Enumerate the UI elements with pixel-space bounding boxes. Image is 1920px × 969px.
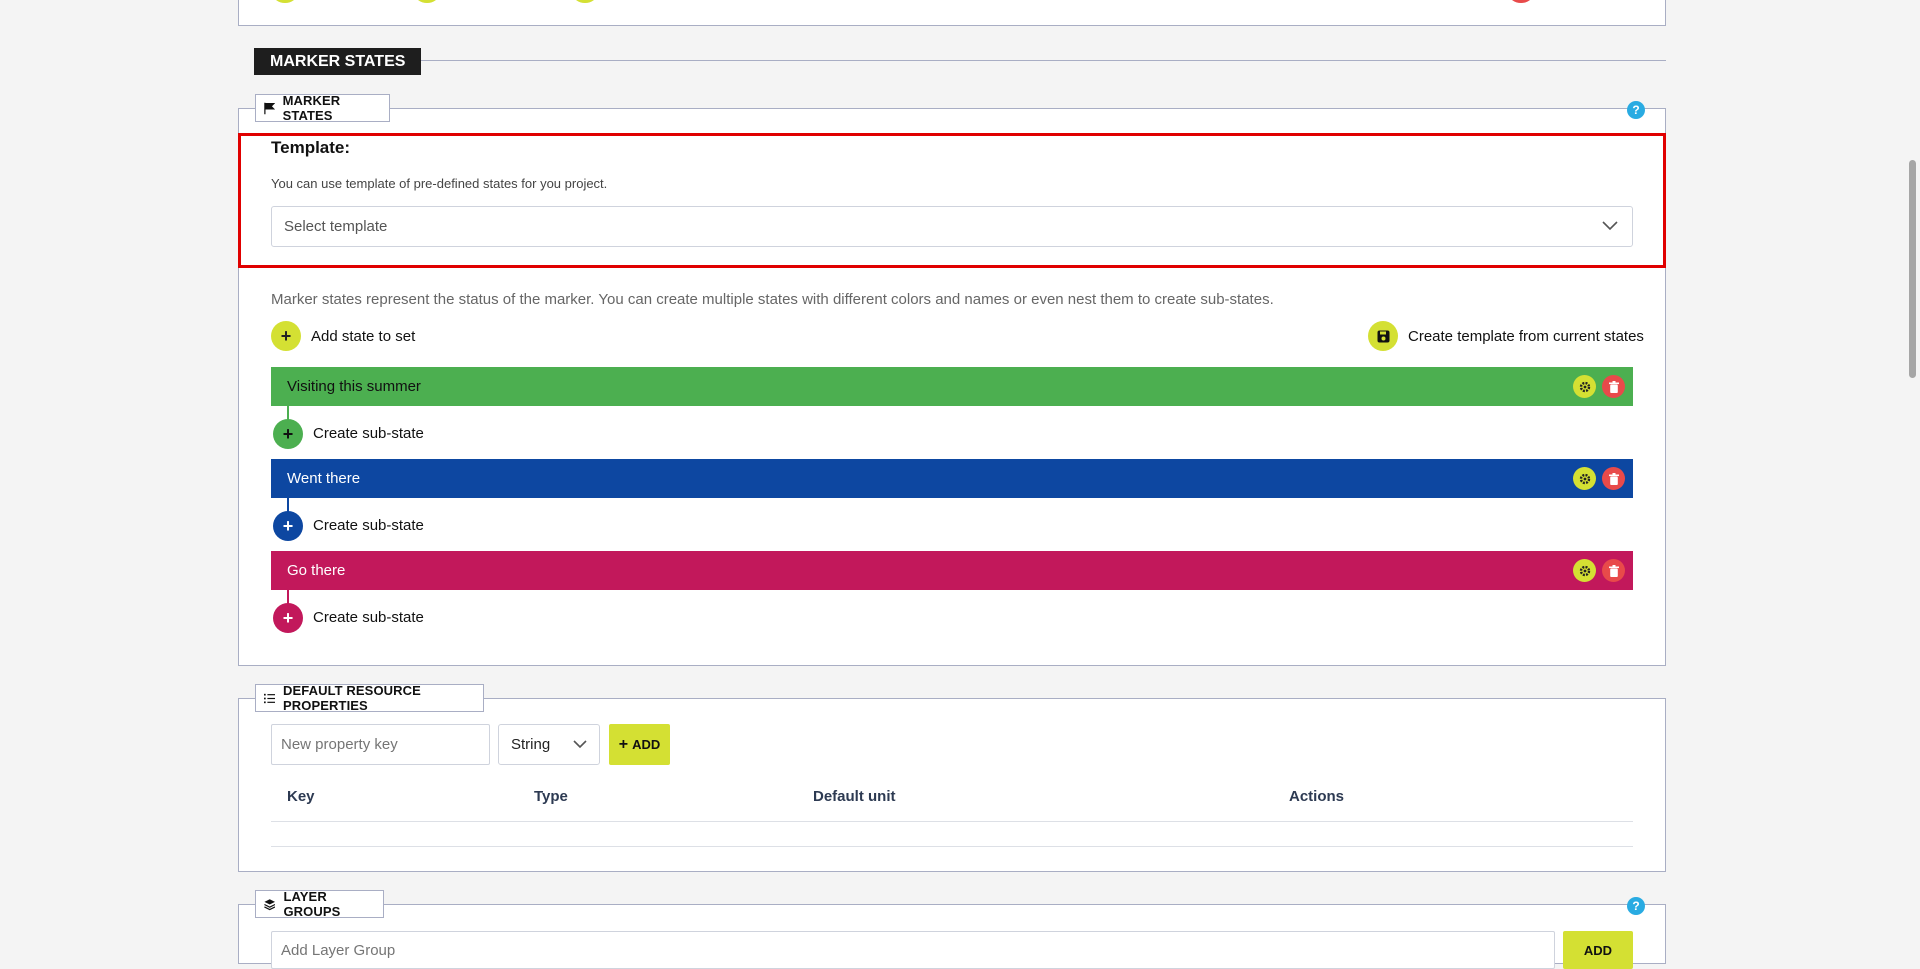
create-template-label[interactable]: Create template from current states [1408,328,1644,345]
state-settings-button[interactable] [1573,375,1596,398]
add-state-label[interactable]: Add state to set [311,328,415,345]
template-select-value: Select template [284,218,388,235]
create-sub-state-label[interactable]: Create sub-state [313,425,424,442]
state-name: Went there [287,470,361,487]
create-sub-state-button[interactable]: + [273,603,303,633]
state-connector [287,406,289,420]
trash-icon [1608,472,1619,485]
state-delete-button[interactable] [1602,375,1625,398]
top-panel-partial [238,0,1666,26]
gear-icon [1579,473,1590,484]
layers-icon [264,898,276,910]
list-icon [264,693,276,703]
table-divider [271,846,1633,847]
table-divider [271,821,1633,822]
create-sub-state-button[interactable]: + [273,419,303,449]
create-sub-state-label[interactable]: Create sub-state [313,609,424,626]
help-icon[interactable]: ? [1627,897,1645,915]
template-highlight-box [238,133,1666,268]
top-dot-red[interactable] [1509,0,1533,3]
create-sub-state-button[interactable]: + [273,511,303,541]
state-name: Go there [287,562,346,579]
add-property-button[interactable]: + ADD [609,724,670,765]
create-sub-state-label[interactable]: Create sub-state [313,517,424,534]
top-dot-1[interactable] [273,0,297,3]
flag-icon [264,102,275,114]
resource-properties-label: DEFAULT RESOURCE PROPERTIES [255,683,484,713]
gear-icon [1579,381,1590,392]
create-template-button[interactable] [1368,321,1398,351]
layer-groups-label-text: LAYER GROUPS [283,889,341,919]
state-delete-button[interactable] [1602,467,1625,490]
add-layer-group-button[interactable]: ADD [1563,931,1633,969]
top-dot-3[interactable] [573,0,597,3]
plus-icon: + [282,423,294,444]
property-type-select[interactable]: String [498,724,600,765]
add-state-button[interactable]: + [271,321,301,351]
resource-properties-label-text: DEFAULT RESOURCE PROPERTIES [283,683,421,713]
gear-icon [1579,565,1590,576]
section-divider [410,60,1666,61]
chevron-down-icon [573,740,587,749]
state-settings-button[interactable] [1573,467,1596,490]
column-header-actions: Actions [1289,788,1345,805]
layer-groups-label: LAYER GROUPS [255,889,384,919]
state-settings-button[interactable] [1573,559,1596,582]
states-description: Marker states represent the status of th… [271,291,1274,308]
state-bar-went-there[interactable]: Went there [271,459,1633,498]
top-dot-2[interactable] [415,0,439,3]
add-property-label: ADD [632,737,661,752]
trash-icon [1608,380,1619,393]
state-name: Visiting this summer [287,378,421,395]
plus-icon: + [618,735,629,753]
plus-icon: + [280,325,292,346]
layer-group-input[interactable] [271,931,1555,969]
column-header-key: Key [287,788,315,805]
add-layer-group-label: ADD [1583,942,1613,958]
marker-states-label: MARKER STATES [255,93,390,123]
property-type-value: String [511,736,551,753]
state-connector [287,590,289,604]
template-hint: You can use template of pre-defined stat… [271,176,608,191]
help-icon[interactable]: ? [1627,101,1645,119]
scrollbar-track[interactable] [1906,0,1920,951]
scrollbar-thumb[interactable] [1909,160,1916,378]
state-bar-visiting-this-summer[interactable]: Visiting this summer [271,367,1633,406]
chevron-down-icon [1602,221,1618,231]
section-title: MARKER STATES [254,48,422,75]
state-delete-button[interactable] [1602,559,1625,582]
template-title: Template: [271,138,351,157]
plus-icon: + [282,607,294,628]
trash-icon [1608,564,1619,577]
plus-icon: + [282,515,294,536]
state-bar-go-there[interactable]: Go there [271,551,1633,590]
marker-states-label-text: MARKER STATES [282,93,341,123]
save-icon [1377,330,1389,342]
column-header-type: Type [534,788,568,805]
template-select[interactable]: Select template [271,206,1633,247]
state-connector [287,498,289,512]
property-key-input[interactable] [271,724,490,765]
column-header-default-unit: Default unit [813,788,896,805]
